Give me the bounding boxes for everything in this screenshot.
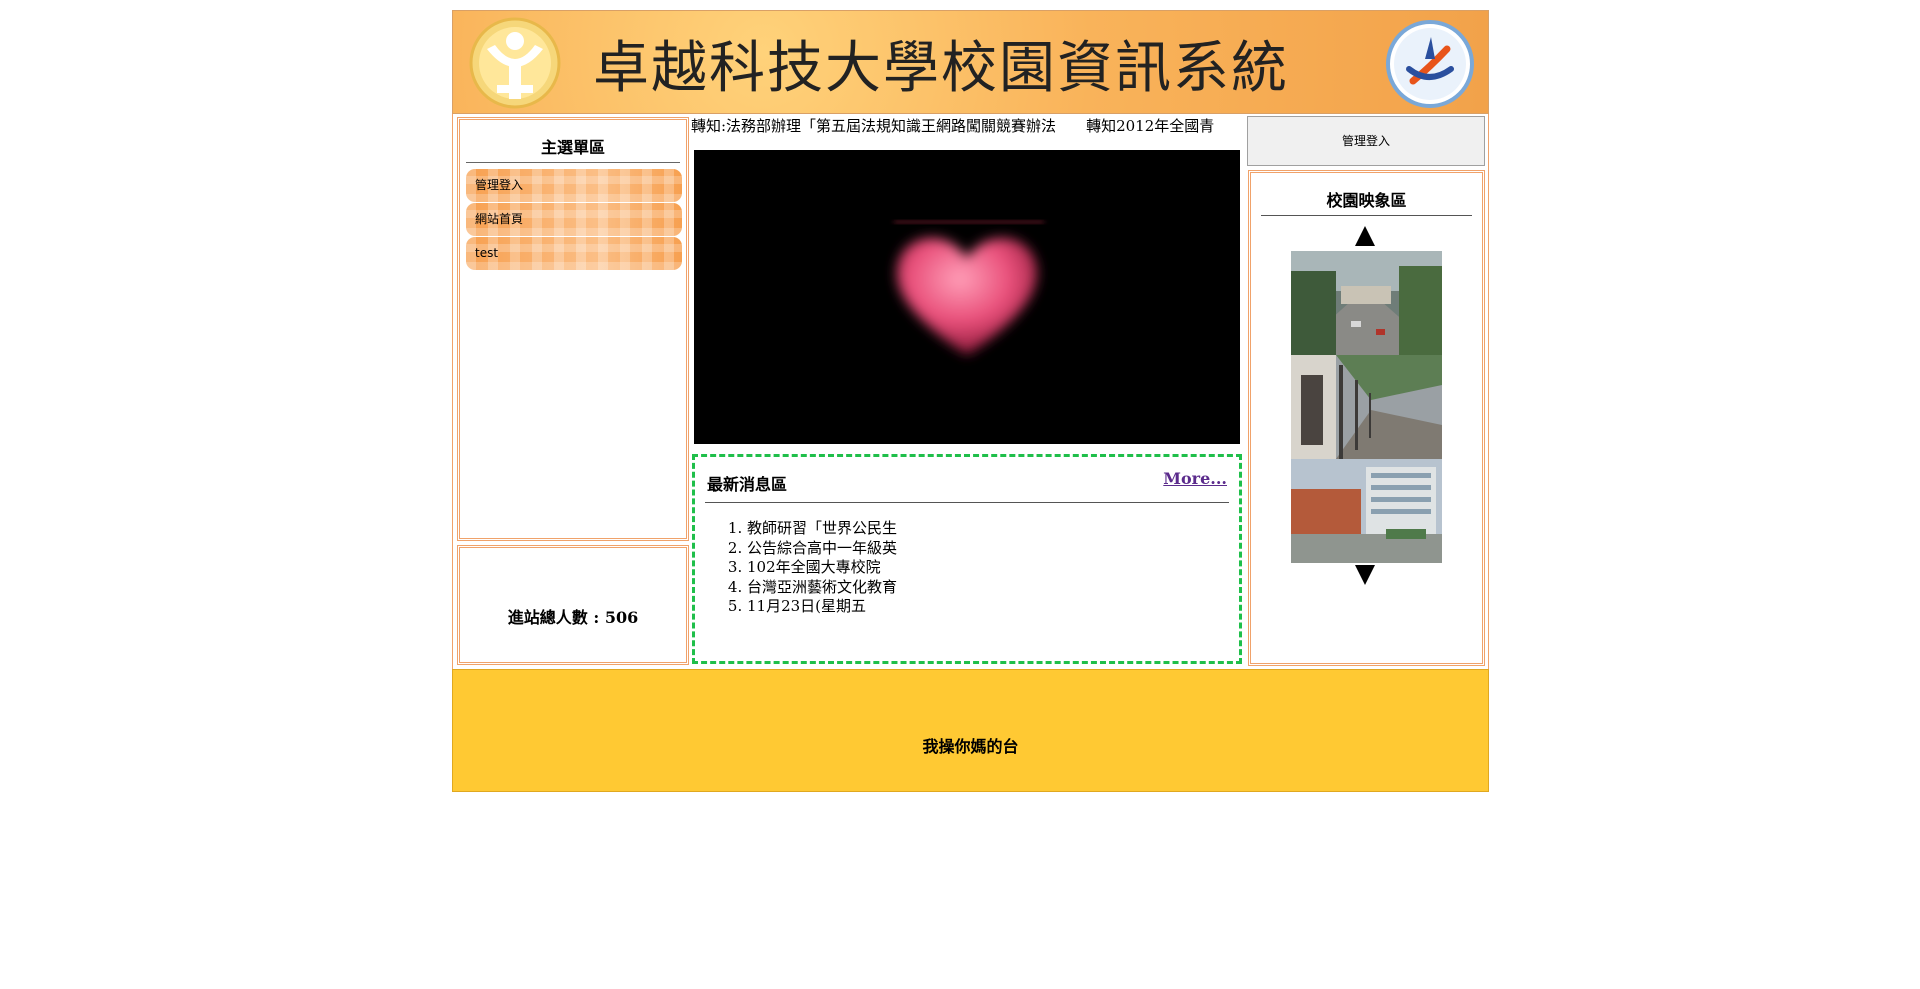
arrow-down-icon[interactable] xyxy=(1355,565,1375,585)
footer-text: 我操你媽的台 xyxy=(922,737,1019,756)
menu-item-home[interactable]: 網站首頁 xyxy=(466,203,682,236)
visitor-counter: 進站總人數 : 506 xyxy=(507,608,639,627)
news-title: 最新消息區 xyxy=(707,475,788,494)
menu-title: 主選單區 xyxy=(540,138,605,157)
campus-photo[interactable] xyxy=(1291,459,1442,563)
video-player[interactable] xyxy=(694,150,1240,444)
school-logo-icon xyxy=(1386,20,1474,108)
menu-item-admin-login[interactable]: 管理登入 xyxy=(466,169,682,202)
school-emblem-icon xyxy=(469,17,561,109)
news-item[interactable]: 102年全國大專校院 xyxy=(747,558,897,578)
gallery-divider xyxy=(1261,215,1472,216)
heart-animation-image xyxy=(894,220,1044,355)
campus-photo[interactable] xyxy=(1291,251,1442,355)
visitor-counter-panel: 進站總人數 : 506 xyxy=(457,545,689,665)
news-item[interactable]: 教師研習「世界公民生 xyxy=(747,519,897,539)
menu-divider xyxy=(466,162,680,163)
admin-login-button[interactable]: 管理登入 xyxy=(1247,116,1485,166)
page: 卓越科技大學校園資訊系統 主選單區 管理登入 網站首頁 test 進站總人數 :… xyxy=(452,10,1489,792)
marquee-item[interactable]: 轉知2012年全國青 xyxy=(1086,117,1214,135)
site-title: 卓越科技大學校園資訊系統 xyxy=(593,36,1289,101)
site-footer: 我操你媽的台 xyxy=(452,669,1489,792)
main-content: 主選單區 管理登入 網站首頁 test 進站總人數 : 506 轉知:法務部辦理… xyxy=(452,114,1489,669)
news-item[interactable]: 台灣亞洲藝術文化教育 xyxy=(747,578,897,598)
latest-news-panel: 最新消息區 More... 教師研習「世界公民生 公告綜合高中一年級英 102年… xyxy=(692,454,1242,664)
news-item[interactable]: 公告綜合高中一年級英 xyxy=(747,539,897,559)
news-marquee[interactable]: 轉知:法務部辦理「第五屆法規知識王網路闖關競賽辦法 轉知2012年全國青 xyxy=(691,116,1245,140)
main-menu-panel: 主選單區 管理登入 網站首頁 test xyxy=(457,117,689,541)
marquee-item[interactable]: 轉知:法務部辦理「第五屆法規知識王網路闖關競賽辦法 xyxy=(691,117,1056,135)
site-header: 卓越科技大學校園資訊系統 xyxy=(452,10,1489,114)
news-list: 教師研習「世界公民生 公告綜合高中一年級英 102年全國大專校院 台灣亞洲藝術文… xyxy=(720,519,897,617)
news-item[interactable]: 11月23日(星期五 xyxy=(747,597,897,617)
campus-photo[interactable] xyxy=(1291,355,1442,459)
news-divider xyxy=(705,502,1229,503)
gallery-title: 校園映象區 xyxy=(1326,191,1407,210)
arrow-up-icon[interactable] xyxy=(1355,226,1375,246)
menu-item-test[interactable]: test xyxy=(466,237,682,270)
news-more-link[interactable]: More... xyxy=(1163,469,1227,488)
campus-gallery-panel: 校園映象區 xyxy=(1248,170,1485,666)
